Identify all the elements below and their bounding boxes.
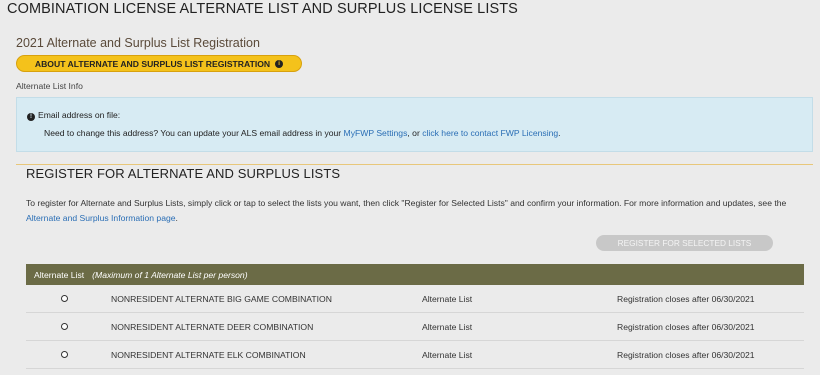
- myfwp-settings-link[interactable]: MyFWP Settings: [344, 128, 408, 138]
- list-type: Alternate List: [422, 293, 473, 304]
- change-text-mid: , or: [407, 128, 423, 138]
- list-row[interactable]: NONRESIDENT ALTERNATE ELK COMBINATION Al…: [26, 341, 804, 369]
- about-registration-button[interactable]: ABOUT ALTERNATE AND SURPLUS LIST REGISTR…: [16, 55, 302, 72]
- email-label-line: ! Email address on file:: [27, 110, 120, 121]
- info-icon: !: [27, 113, 35, 121]
- register-description: To register for Alternate and Surplus Li…: [26, 196, 806, 225]
- radio-button[interactable]: [61, 351, 68, 358]
- email-change-text: Need to change this address? You can upd…: [44, 128, 561, 138]
- about-button-label: ABOUT ALTERNATE AND SURPLUS LIST REGISTR…: [34, 58, 271, 69]
- list-type: Alternate List: [422, 321, 473, 332]
- registration-subtitle: 2021 Alternate and Surplus List Registra…: [16, 36, 260, 50]
- description-text-end: .: [175, 212, 178, 223]
- alternate-list-info-label: Alternate List Info: [16, 81, 83, 91]
- email-label: Email address on file:: [38, 110, 121, 120]
- radio-button[interactable]: [61, 323, 68, 330]
- table-header-note: (Maximum of 1 Alternate List per person): [92, 269, 248, 280]
- change-text-post: .: [558, 128, 561, 138]
- description-text: To register for Alternate and Surplus Li…: [26, 198, 787, 208]
- section-divider: [16, 164, 813, 165]
- radio-button[interactable]: [61, 295, 68, 302]
- section-title: REGISTER FOR ALTERNATE AND SURPLUS LISTS: [26, 166, 341, 181]
- change-text-pre: Need to change this address? You can upd…: [44, 128, 344, 138]
- info-icon: i: [275, 59, 284, 68]
- list-name: NONRESIDENT ALTERNATE DEER COMBINATION: [111, 321, 314, 332]
- registration-close-date: Registration closes after 06/30/2021: [617, 293, 755, 304]
- email-info-box: ! Email address on file: Need to change t…: [16, 97, 813, 152]
- list-name: NONRESIDENT ALTERNATE BIG GAME COMBINATI…: [111, 293, 332, 304]
- list-type: Alternate List: [422, 349, 473, 360]
- alternate-surplus-info-link[interactable]: Alternate and Surplus Information page: [26, 213, 176, 223]
- contact-fwp-licensing-link[interactable]: click here to contact FWP Licensing: [422, 128, 558, 138]
- list-row[interactable]: NONRESIDENT ALTERNATE DEER COMBINATION A…: [26, 313, 804, 341]
- register-selected-lists-button[interactable]: REGISTER FOR SELECTED LISTS: [596, 235, 773, 251]
- list-row[interactable]: NONRESIDENT ALTERNATE BIG GAME COMBINATI…: [26, 285, 804, 313]
- table-header-label: Alternate List: [34, 269, 85, 280]
- registration-close-date: Registration closes after 06/30/2021: [617, 321, 755, 332]
- page-title: COMBINATION LICENSE ALTERNATE LIST AND S…: [7, 1, 518, 17]
- alternate-list-table-header: Alternate List (Maximum of 1 Alternate L…: [26, 264, 804, 285]
- registration-close-date: Registration closes after 06/30/2021: [617, 349, 755, 360]
- list-name: NONRESIDENT ALTERNATE ELK COMBINATION: [111, 349, 306, 360]
